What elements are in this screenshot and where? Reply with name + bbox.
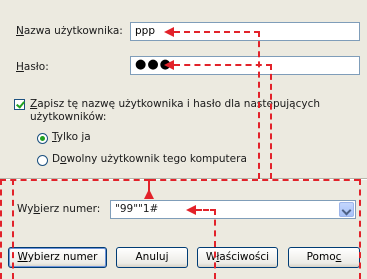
annotation-frame-left <box>0 179 2 279</box>
annotation-frame-right <box>359 179 361 279</box>
password-label: Hasło: <box>16 61 49 73</box>
annotation-arrowhead-dial <box>144 189 154 199</box>
annotation-line-password-down <box>270 64 272 179</box>
username-value: ppp <box>135 25 155 37</box>
annotation-arrowhead-password <box>164 60 174 70</box>
dial-number-combobox[interactable]: "99""1# <box>110 200 356 219</box>
save-password-checkbox[interactable] <box>14 99 25 110</box>
username-label: Nazwa użytkownika: <box>16 25 123 37</box>
save-password-label: Zapisz tę nazwę użytkownika i hasło dla … <box>30 98 321 110</box>
help-button[interactable]: Pomoc <box>288 247 360 268</box>
chevron-down-icon[interactable] <box>339 202 354 217</box>
properties-button[interactable]: Właściwości <box>197 247 278 268</box>
cancel-button[interactable]: Anuluj <box>116 247 188 268</box>
annotation-line-username <box>174 31 260 33</box>
annotation-arrowhead-username <box>164 27 174 37</box>
radio-anyone-label: Dowolny użytkownik tego komputera <box>52 153 247 165</box>
radio-only-me[interactable] <box>37 133 48 144</box>
radio-only-me-label: Tylko ja <box>52 131 91 143</box>
annotation-line-hash <box>196 209 216 211</box>
annotation-line-username-down <box>258 31 260 179</box>
annotation-line-hash-down <box>214 209 216 279</box>
dial-number-label: Wybierz numer: <box>17 203 101 215</box>
annotation-arrowhead-hash <box>186 205 196 215</box>
annotation-frame-left-inner <box>12 179 14 279</box>
radio-anyone[interactable] <box>37 155 48 166</box>
save-password-label-line2: użytkowników: <box>30 111 107 123</box>
dial-button[interactable]: Wybierz numer <box>8 247 107 268</box>
dial-number-value: "99""1# <box>115 203 159 215</box>
annotation-line-dial-top <box>150 179 360 181</box>
annotation-frame-top-left <box>0 179 150 181</box>
